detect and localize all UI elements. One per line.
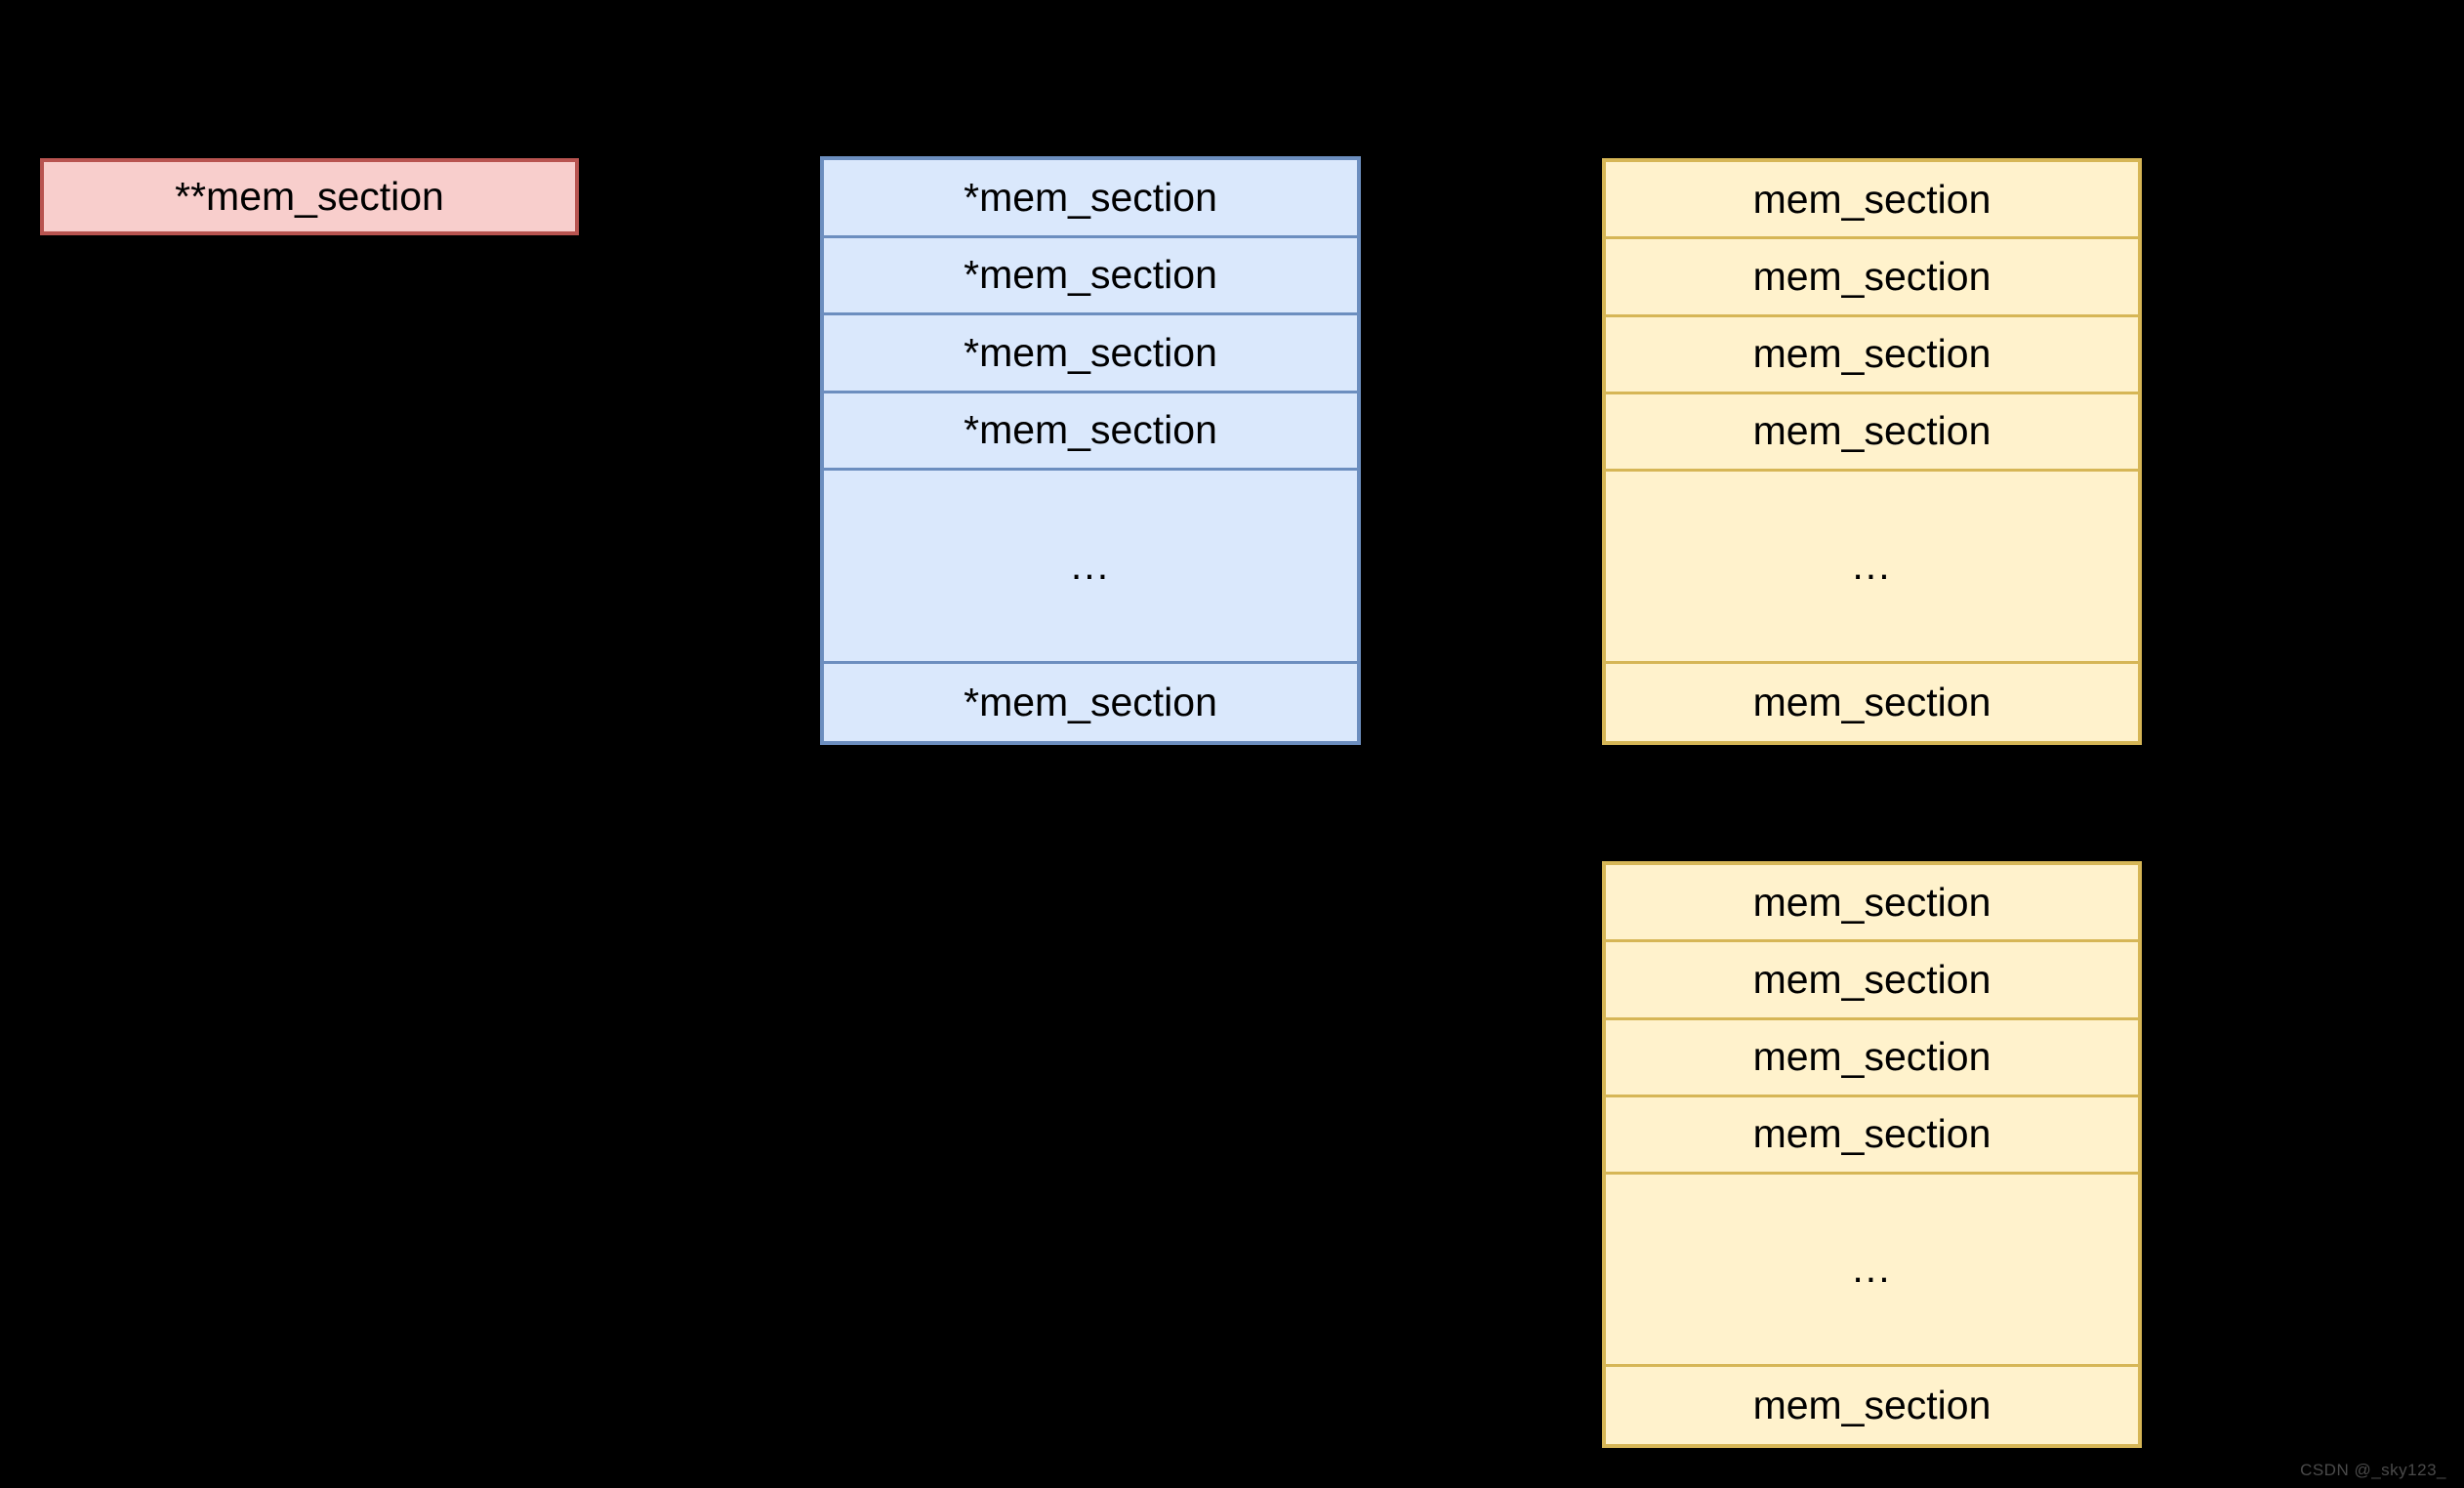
- pointer-array-cell-label: *mem_section: [964, 174, 1217, 220]
- section-array-top-row: mem_section: [1606, 317, 2138, 394]
- pointer-array-block: *mem_section *mem_section *mem_section *…: [820, 156, 1361, 745]
- pointer-array-ellipsis-row: ...: [820, 471, 1361, 664]
- section-array-top-ellipsis-label: ...: [1852, 543, 1892, 589]
- section-array-bottom-cell-label: mem_section: [1752, 1111, 1992, 1157]
- section-array-top-ellipsis-row: ...: [1602, 472, 2142, 664]
- section-array-bottom-cell-label: mem_section: [1752, 879, 1992, 925]
- section-array-top-row: mem_section: [1606, 162, 2138, 240]
- diagram-canvas: **mem_section *mem_section *mem_section …: [0, 0, 2464, 1488]
- watermark: CSDN @_sky123_: [2300, 1461, 2446, 1479]
- section-array-bottom-cell-label: mem_section: [1752, 956, 1992, 1002]
- pointer-array-cell-label: *mem_section: [964, 679, 1217, 724]
- pointer-array-cell-label: *mem_section: [964, 329, 1217, 375]
- section-array-bottom-ellipsis-row: ...: [1602, 1175, 2142, 1367]
- section-array-top-cell-label: mem_section: [1752, 679, 1992, 724]
- section-array-top-cell-label: mem_section: [1752, 408, 1992, 454]
- section-array-bottom-row: mem_section: [1606, 865, 2138, 943]
- pointer-array-cell-label: *mem_section: [964, 252, 1217, 298]
- section-array-top-block: mem_section mem_section mem_section mem_…: [1602, 158, 2142, 745]
- root-pointer-block: **mem_section: [40, 158, 579, 235]
- section-array-bottom-cell-label: mem_section: [1752, 1034, 1992, 1080]
- pointer-array-row: *mem_section: [824, 238, 1357, 316]
- section-array-bottom-block: mem_section mem_section mem_section mem_…: [1602, 861, 2142, 1448]
- section-array-bottom-ellipsis-label: ...: [1852, 1246, 1892, 1292]
- pointer-array-cell-label: *mem_section: [964, 407, 1217, 453]
- section-array-bottom-row: mem_section: [1606, 942, 2138, 1020]
- section-array-top-cell-label: mem_section: [1752, 331, 1992, 377]
- section-array-top-row: mem_section: [1606, 394, 2138, 473]
- section-array-top-cell-label: mem_section: [1752, 253, 1992, 299]
- pointer-array-ellipsis-label: ...: [1070, 542, 1111, 588]
- pointer-array-row: *mem_section: [824, 664, 1357, 742]
- section-array-bottom-cell-label: mem_section: [1752, 1382, 1992, 1427]
- pointer-array-row: *mem_section: [824, 160, 1357, 238]
- root-pointer-label: **mem_section: [175, 174, 444, 219]
- pointer-array-row: *mem_section: [824, 315, 1357, 393]
- section-array-top-row: mem_section: [1606, 664, 2138, 741]
- section-array-top-cell-label: mem_section: [1752, 176, 1992, 222]
- section-array-top-row: mem_section: [1606, 239, 2138, 317]
- section-array-bottom-row: mem_section: [1606, 1367, 2138, 1444]
- section-array-bottom-row: mem_section: [1606, 1020, 2138, 1097]
- section-array-bottom-row: mem_section: [1606, 1097, 2138, 1176]
- pointer-array-row: *mem_section: [824, 393, 1357, 472]
